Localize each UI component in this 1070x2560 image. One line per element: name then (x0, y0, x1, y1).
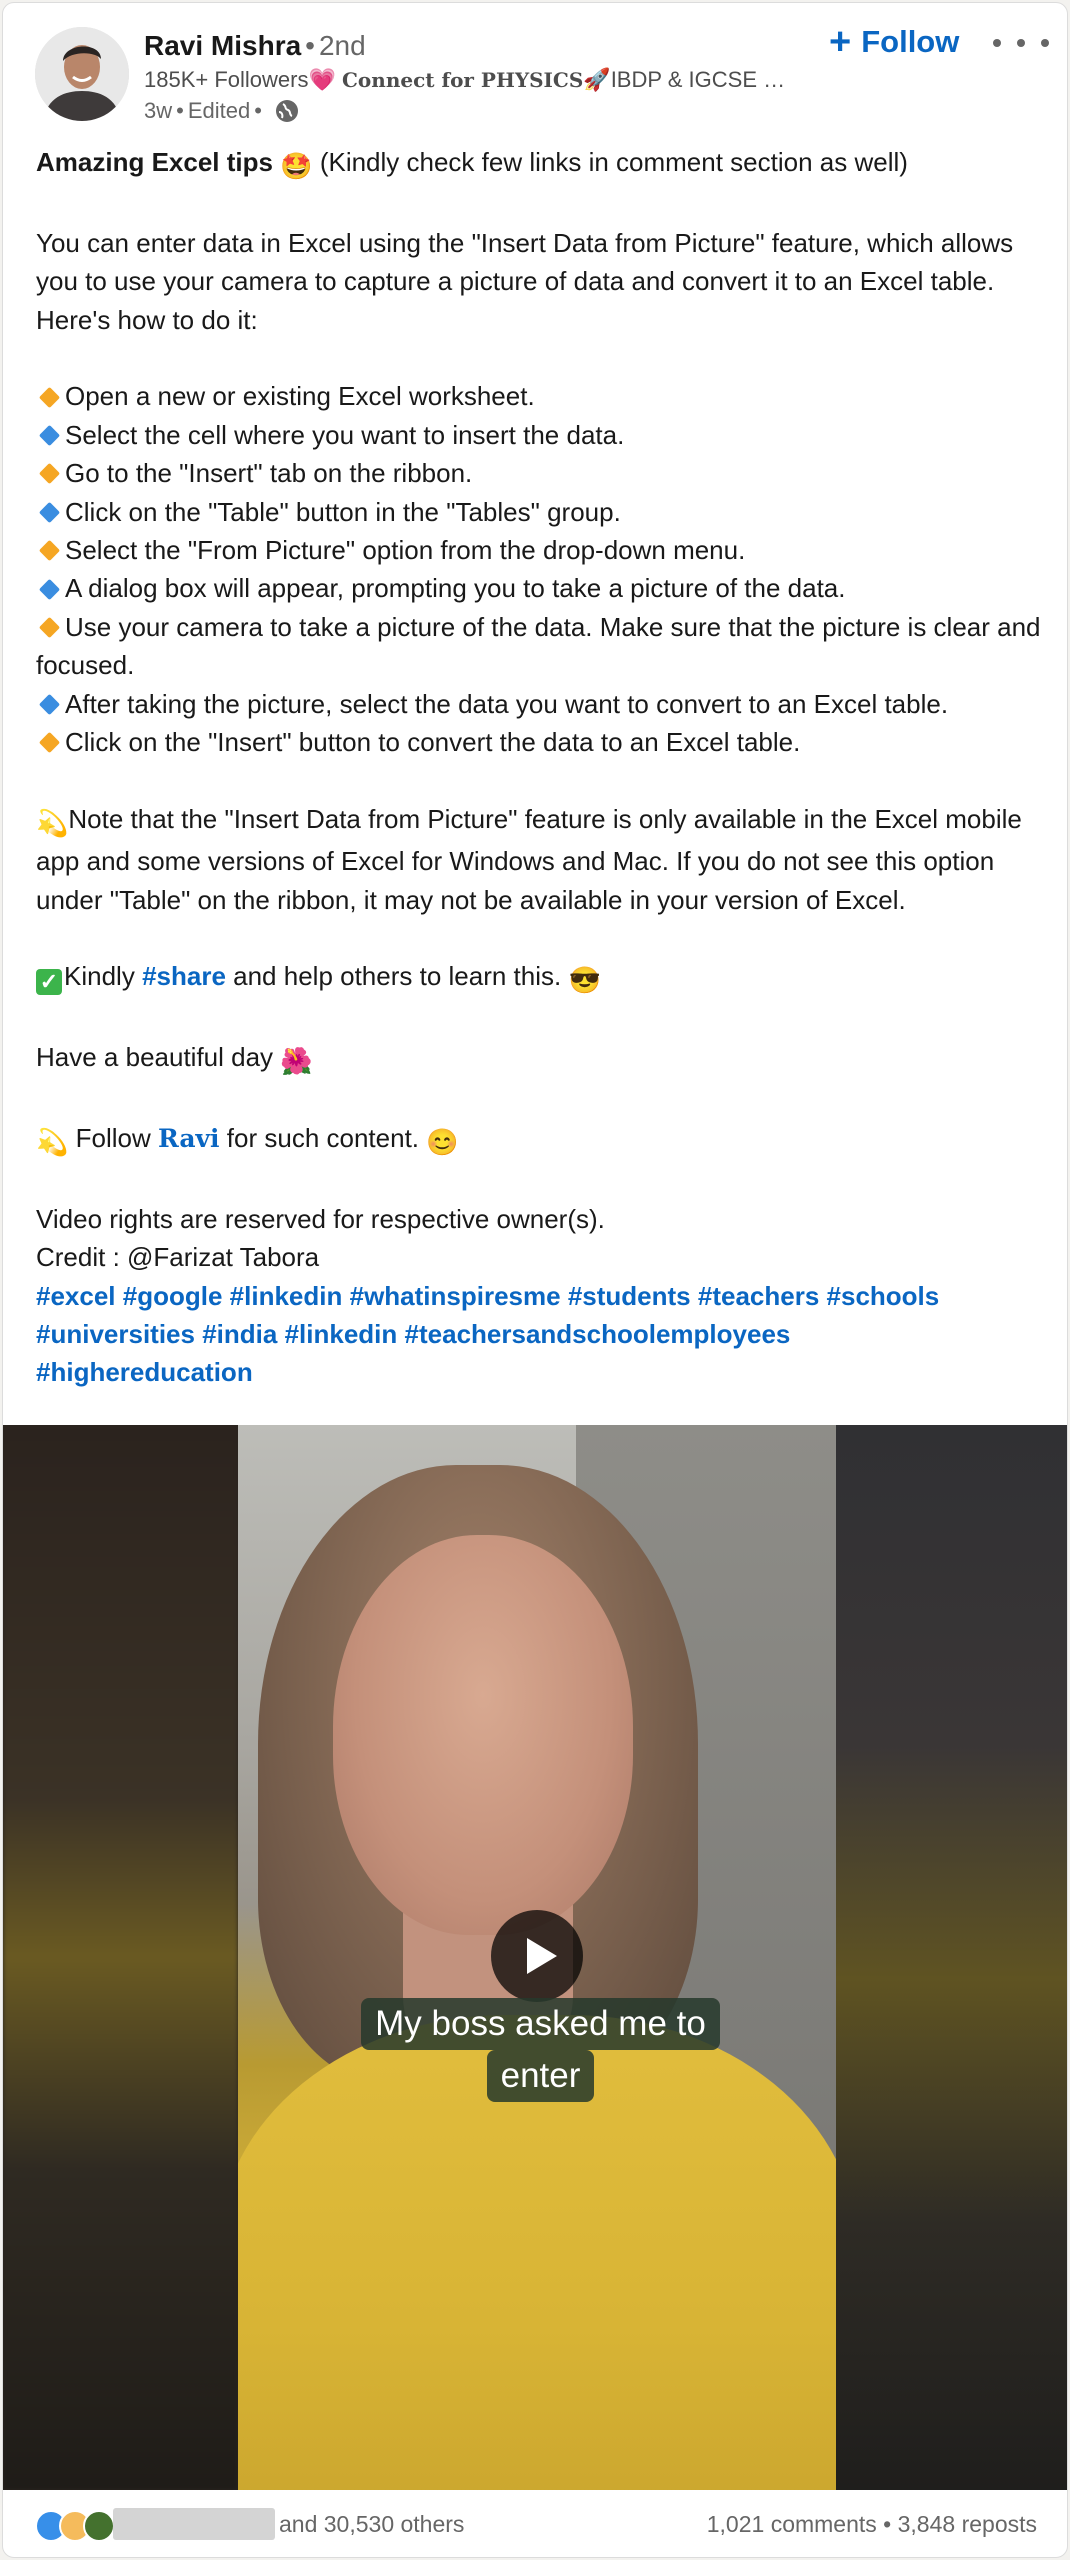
sunglasses-emoji-icon: 😎 (568, 965, 601, 996)
post-note: 💫Note that the "Insert Data from Picture… (36, 803, 1022, 915)
list-item: Select the "From Picture" option from th… (36, 531, 1046, 569)
support-reaction-icon (83, 2510, 115, 2542)
share-line: ✓ Kindly #share and help others to learn … (36, 957, 1046, 999)
credit-line: Credit : @Farizat Tabora (36, 1242, 320, 1273)
check-mark-icon: ✓ (36, 969, 62, 996)
reaction-icons[interactable] (35, 2510, 115, 2542)
post-header: Ravi Mishra • 2nd 185K+ Followers💗 Connect… (3, 3, 1067, 143)
orange-diamond-icon (38, 616, 61, 639)
follow-button[interactable]: + Follow (829, 17, 959, 67)
hashtag-share[interactable]: #share (142, 961, 226, 991)
hashtag[interactable]: #teachers (698, 1281, 819, 1311)
rocket-icon: 🚀 (583, 67, 611, 92)
reactions-count[interactable]: and 30,530 others (279, 2508, 464, 2540)
hashtag[interactable]: #whatinspiresme (350, 1281, 561, 1311)
ellipsis-icon[interactable] (993, 23, 1049, 63)
author-name[interactable]: Ravi Mishra (144, 30, 301, 61)
hibiscus-icon: 🌺 (280, 1046, 313, 1077)
mention-ravi[interactable]: Ravi (158, 1124, 220, 1153)
caption-line: My boss asked me to (361, 1998, 720, 2050)
play-icon[interactable] (491, 1910, 583, 2002)
post-body: Amazing Excel tips 🤩 (Kindly check few l… (36, 143, 1046, 1392)
orange-diamond-icon (38, 732, 61, 754)
hashtag[interactable]: #india (202, 1319, 277, 1349)
hashtag[interactable]: #schools (827, 1281, 940, 1311)
greeting-line: Have a beautiful day 🌺 (36, 1038, 1046, 1080)
dizzy-icon: 💫 (36, 1127, 69, 1158)
list-item: Open a new or existing Excel worksheet. (36, 377, 1046, 415)
blue-diamond-icon (38, 501, 61, 523)
connection-degree: 2nd (318, 30, 366, 61)
hashtag[interactable]: #excel (36, 1281, 116, 1311)
social-counts: and 30,530 others 1,021 comments • 3,848… (3, 2490, 1067, 2555)
blue-diamond-icon (38, 424, 61, 447)
dizzy-icon: 💫 (36, 807, 69, 838)
hashtag[interactable]: #linkedin (230, 1281, 343, 1311)
post-title-line: Amazing Excel tips 🤩 (Kindly check few l… (36, 143, 1046, 185)
author-avatar[interactable] (35, 27, 129, 121)
steps-list: Open a new or existing Excel worksheet. … (36, 377, 1046, 761)
video-caption: My boss asked me to enter (333, 1998, 748, 2102)
orange-diamond-icon (38, 463, 61, 485)
followers-count: 185K+ Followers (144, 67, 309, 92)
hashtag[interactable]: #universities (36, 1319, 195, 1349)
list-item: Select the cell where you want to insert… (36, 416, 1046, 454)
person-photo-icon (35, 27, 129, 121)
edited-label: Edited (187, 98, 251, 123)
list-item: Use your camera to take a picture of the… (36, 611, 1041, 681)
hashtag[interactable]: #students (568, 1281, 691, 1311)
follow-label: Follow (861, 24, 960, 59)
list-item: Click on the "Table" button in the "Tabl… (36, 493, 1046, 531)
hashtag[interactable]: #highereducation (36, 1357, 253, 1387)
post-title: Amazing Excel tips (36, 147, 273, 177)
blue-diamond-icon (38, 693, 61, 715)
smile-emoji-icon: 😊 (426, 1127, 459, 1158)
list-item: After taking the picture, select the dat… (36, 685, 1046, 723)
starstruck-emoji-icon: 🤩 (280, 151, 313, 181)
orange-diamond-icon (38, 540, 61, 562)
author-headline: 185K+ Followers💗 Connect for PHYSICS🚀IBD… (144, 65, 794, 95)
blue-diamond-icon (38, 578, 61, 600)
hashtag-list: #excel #google #linkedin #whatinspiresme… (36, 1277, 1046, 1392)
comments-count[interactable]: 1,021 comments (707, 2511, 877, 2537)
heart-icon: 💗 (308, 67, 336, 92)
video-blur-right (834, 1425, 1067, 2490)
separator-dot: • (305, 30, 315, 61)
video-blur-left (3, 1425, 238, 2490)
engagement-counts: 1,021 comments • 3,848 reposts (706, 2511, 1037, 2537)
author-name-row: Ravi Mishra • 2nd (144, 27, 366, 65)
post-time: 3w (144, 98, 173, 123)
reposts-count[interactable]: 3,848 reposts (898, 2511, 1037, 2537)
rights-line: Video rights are reserved for respective… (36, 1203, 605, 1234)
headline-rest: IBDP & IGCSE 🌍... (610, 67, 794, 92)
separator-dot: • (254, 98, 262, 123)
video-player[interactable]: My boss asked me to enter (3, 1425, 1067, 2490)
post-title-rest: (Kindly check few links in comment secti… (319, 147, 908, 177)
list-item: Click on the "Insert" button to convert … (36, 723, 1046, 761)
headline-styled: Connect for PHYSICS (342, 68, 584, 92)
globe-icon (275, 100, 298, 122)
plus-icon: + (829, 21, 852, 63)
hashtag[interactable]: #linkedin (285, 1319, 398, 1349)
list-item: A dialog box will appear, prompting you … (36, 569, 1046, 607)
orange-diamond-icon (38, 386, 61, 408)
hashtag[interactable]: #teachersandschoolemployees (405, 1319, 791, 1349)
redacted-name (113, 2508, 275, 2540)
follow-line: 💫 Follow Ravi for such content. 😊 (36, 1119, 1046, 1161)
separator-dot: • (176, 98, 184, 123)
post-meta: 3w • Edited • (144, 96, 300, 126)
post-card: Ravi Mishra • 2nd 185K+ Followers💗 Connect… (2, 2, 1068, 2558)
hashtag[interactable]: #google (123, 1281, 223, 1311)
post-intro: You can enter data in Excel using the "I… (36, 227, 1014, 335)
list-item: Go to the "Insert" tab on the ribbon. (36, 454, 1046, 492)
caption-line: enter (486, 2050, 595, 2102)
